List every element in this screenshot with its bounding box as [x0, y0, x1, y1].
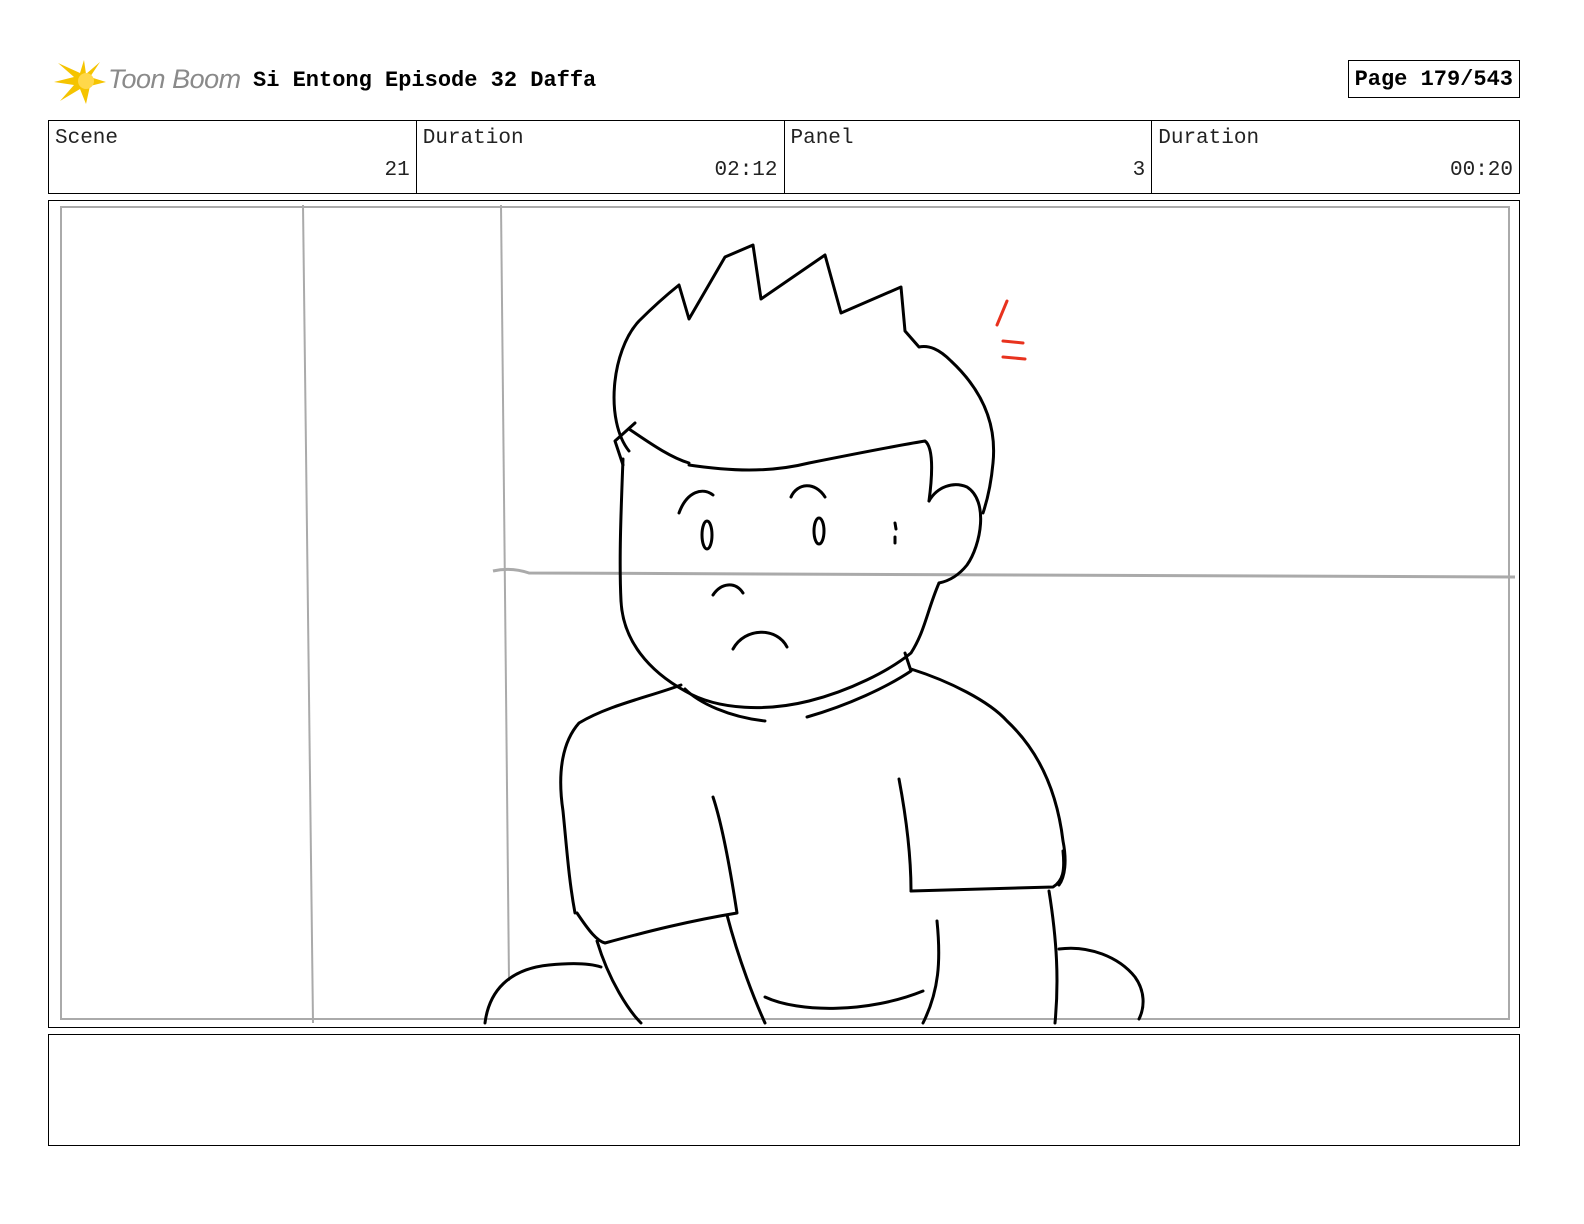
- panel-label: Panel: [790, 127, 854, 150]
- panel-notes-area: [48, 1034, 1520, 1146]
- starburst-icon: [54, 60, 106, 104]
- page-number: Page 179/543: [1347, 60, 1520, 98]
- storyboard-panel: [48, 200, 1520, 1028]
- guide-line: [492, 567, 1516, 579]
- alert-marks: [995, 299, 1027, 361]
- logo-text: Toon Boom: [108, 64, 241, 94]
- scene-cell: Scene 21: [49, 121, 416, 193]
- scene-info-table: Scene 21 Duration 02:12 Panel 3 Duration…: [48, 120, 1520, 194]
- guide-line: [302, 204, 314, 1024]
- scene-duration-cell: Duration 02:12: [415, 121, 784, 193]
- scene-label: Scene: [55, 127, 119, 150]
- scene-duration-label: Duration: [422, 127, 524, 150]
- document-title: Si Entong Episode 32 Daffa: [253, 68, 597, 93]
- sketch-drawing: [60, 204, 1516, 1025]
- panel-value: 3: [1132, 159, 1146, 182]
- panel-duration-value: 00:20: [1449, 159, 1513, 182]
- scene-duration-value: 02:12: [714, 159, 778, 182]
- toon-boom-logo: Toon Boom: [52, 56, 248, 106]
- storyboard-header: Toon Boom Si Entong Episode 32 Daffa Pag…: [48, 56, 1520, 106]
- safe-area-frame: [60, 206, 1510, 1020]
- panel-cell: Panel 3: [783, 121, 1152, 193]
- guide-line: [500, 204, 510, 982]
- boy-character-sketch: [483, 243, 1145, 1025]
- panel-duration-cell: Duration 00:20: [1151, 121, 1519, 193]
- panel-duration-label: Duration: [1158, 127, 1260, 150]
- scene-value: 21: [384, 159, 410, 182]
